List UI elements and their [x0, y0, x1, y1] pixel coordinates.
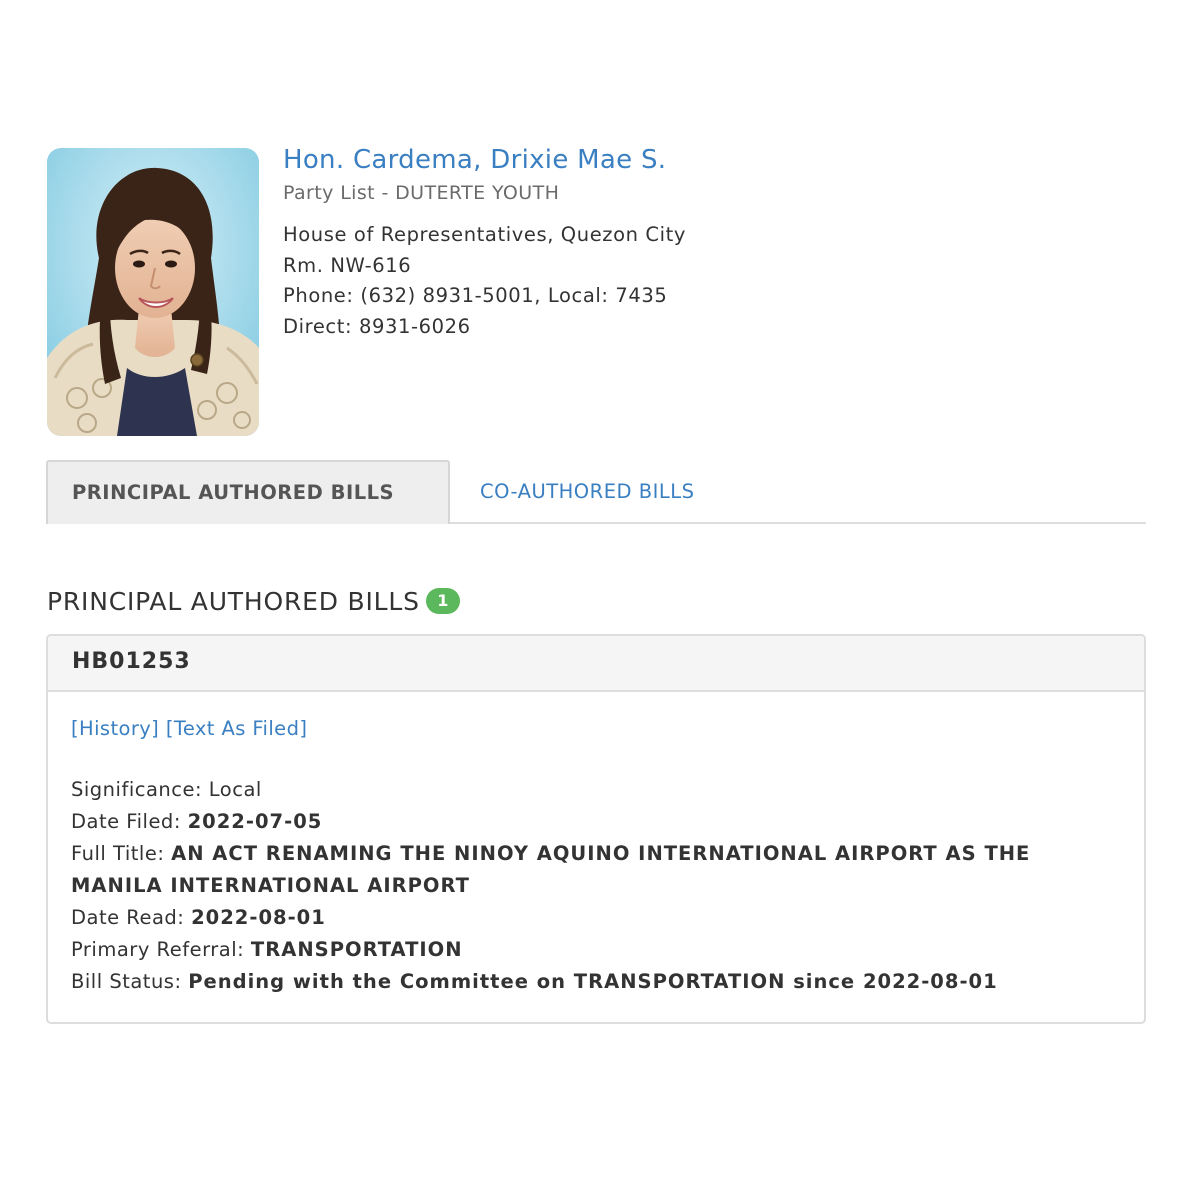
- bill-panel: HB01253 [History] [Text As Filed] Signif…: [46, 634, 1146, 1024]
- bill-details: Significance: Local Date Filed: 2022-07-…: [71, 774, 1121, 998]
- bill-number: HB01253: [48, 636, 1144, 692]
- contact-details: House of Representatives, Quezon City Rm…: [283, 220, 1103, 342]
- direct-phone: Direct: 8931-6026: [283, 314, 471, 338]
- member-info: Hon. Cardema, Drixie Mae S. Party List -…: [283, 142, 1103, 342]
- primary-referral-row: Primary Referral: TRANSPORTATION: [71, 934, 1121, 966]
- date-filed-value: 2022-07-05: [187, 810, 323, 833]
- full-title-value: AN ACT RENAMING THE NINOY AQUINO INTERNA…: [71, 842, 1031, 897]
- member-photo: [47, 148, 259, 436]
- member-profile: Hon. Cardema, Drixie Mae S. Party List -…: [47, 145, 1147, 438]
- bill-status-label: Bill Status:: [71, 970, 182, 993]
- tab-co-authored-bills[interactable]: CO-AUTHORED BILLS: [480, 460, 694, 524]
- bill-status-value: Pending with the Committee on TRANSPORTA…: [188, 970, 998, 993]
- bills-tabs: PRINCIPAL AUTHORED BILLS CO-AUTHORED BIL…: [46, 460, 1146, 524]
- full-title-row: Full Title: AN ACT RENAMING THE NINOY AQ…: [71, 838, 1121, 902]
- member-party: Party List - DUTERTE YOUTH: [283, 182, 560, 204]
- significance-value: Local: [208, 778, 262, 801]
- office-address: House of Representatives, Quezon City: [283, 223, 687, 246]
- text-as-filed-link[interactable]: [Text As Filed]: [166, 717, 308, 740]
- member-page: Hon. Cardema, Drixie Mae S. Party List -…: [0, 0, 1200, 1200]
- section-title-text: PRINCIPAL AUTHORED BILLS: [47, 587, 420, 616]
- bill-body: [History] [Text As Filed] Significance: …: [48, 692, 1144, 998]
- tab-principal-authored-bills[interactable]: PRINCIPAL AUTHORED BILLS: [46, 460, 450, 524]
- date-filed-label: Date Filed:: [71, 810, 181, 833]
- full-title-label: Full Title:: [71, 842, 165, 865]
- portrait-image: [47, 148, 259, 436]
- office-room: Rm. NW-616: [283, 253, 412, 277]
- history-link[interactable]: [History]: [71, 717, 159, 740]
- bill-status-row: Bill Status: Pending with the Committee …: [71, 966, 1121, 998]
- significance-row: Significance: Local: [71, 774, 1121, 806]
- date-filed-row: Date Filed: 2022-07-05: [71, 806, 1121, 838]
- primary-referral-value: TRANSPORTATION: [250, 938, 463, 961]
- significance-label: Significance:: [71, 778, 203, 801]
- bill-count-badge: 1: [425, 588, 460, 614]
- bill-links: [History] [Text As Filed]: [71, 712, 1121, 746]
- date-read-value: 2022-08-01: [191, 906, 326, 929]
- office-phone: Phone: (632) 8931-5001, Local: 7435: [283, 284, 668, 307]
- date-read-label: Date Read:: [71, 906, 185, 929]
- primary-referral-label: Primary Referral:: [71, 938, 245, 961]
- section-title: PRINCIPAL AUTHORED BILLS 1: [47, 585, 460, 619]
- date-read-row: Date Read: 2022-08-01: [71, 902, 1121, 934]
- member-name[interactable]: Hon. Cardema, Drixie Mae S.: [283, 142, 1103, 178]
